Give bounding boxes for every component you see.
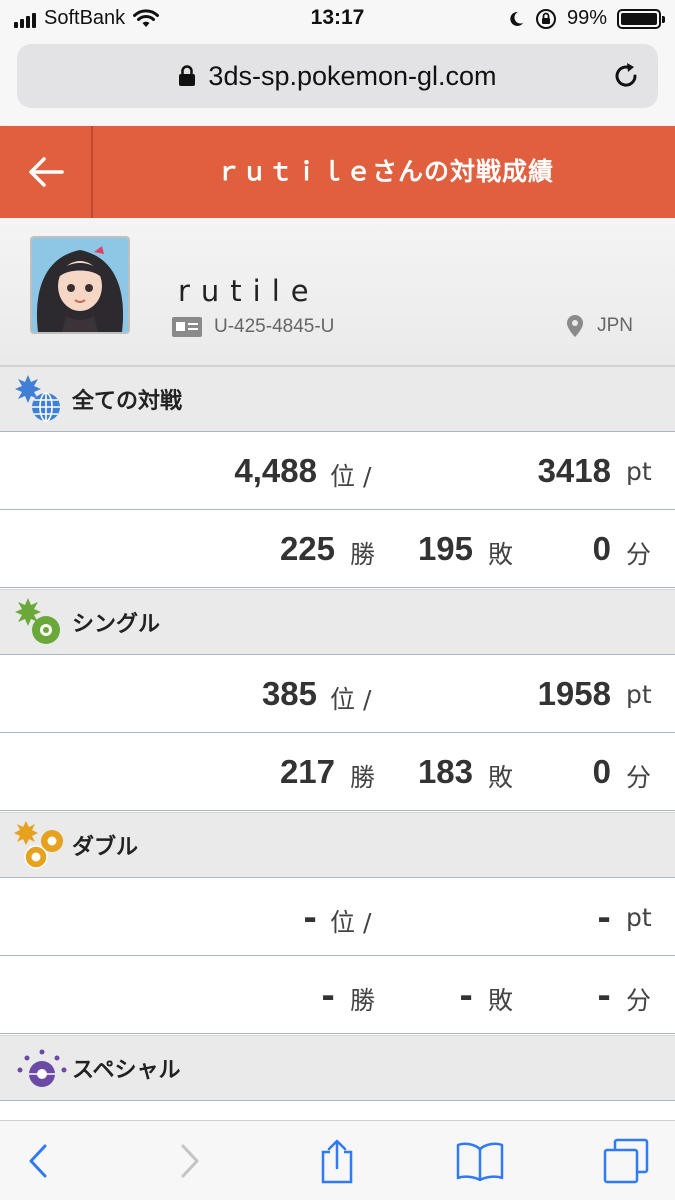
points-value: - <box>597 898 611 937</box>
draws-unit: 分 <box>626 763 652 792</box>
page-header: ｒｕｔｉｌｅさんの対戦成績 <box>0 126 675 218</box>
rank-unit: 位 / <box>330 908 372 937</box>
browser-back-button[interactable] <box>12 1135 64 1187</box>
player-name: rutile <box>178 274 320 308</box>
region-row: JPN <box>567 315 633 337</box>
wins-unit: 勝 <box>350 540 376 569</box>
draws-value: 0 <box>592 753 611 790</box>
losses-value: 195 <box>417 530 473 567</box>
id-card-icon <box>172 317 202 337</box>
section-special: スペシャル <box>0 1035 675 1101</box>
browser-bar: 3ds-sp.pokemon-gl.com <box>0 38 675 126</box>
section-all-battles: 全ての対戦 <box>0 366 675 432</box>
rank-row: 385 位 / 1958 pt <box>0 655 675 733</box>
battery-icon <box>617 8 665 29</box>
rank-unit: 位 / <box>330 685 372 714</box>
draws-unit: 分 <box>626 986 652 1015</box>
section-double: ダブル <box>0 812 675 878</box>
wins-value: 217 <box>279 753 335 790</box>
tabs-icon <box>603 1138 649 1184</box>
wins-value: 225 <box>279 530 335 567</box>
wins-value: - <box>321 976 335 1015</box>
chevron-right-icon <box>181 1144 199 1178</box>
double-ball-icon <box>14 821 63 869</box>
player-profile: rutile U-425-4845-U JPN <box>0 218 675 366</box>
book-icon <box>456 1142 504 1181</box>
player-id-row: U-425-4845-U <box>172 316 334 338</box>
browser-forward-button[interactable] <box>164 1135 216 1187</box>
points-value: 3418 <box>537 452 611 489</box>
section-title: スペシャル <box>72 1058 181 1083</box>
points-unit: pt <box>626 457 652 486</box>
section-title: 全ての対戦 <box>72 389 183 414</box>
points-unit: pt <box>626 680 652 709</box>
section-title: シングル <box>72 612 161 637</box>
globe-icon <box>15 375 60 422</box>
draws-value: - <box>597 976 611 1015</box>
status-bar: SoftBank 13:17 99% <box>0 0 675 38</box>
draws-unit: 分 <box>626 540 652 569</box>
draws-value: 0 <box>592 530 611 567</box>
wins-unit: 勝 <box>350 763 376 792</box>
special-ball-icon <box>17 1049 67 1087</box>
player-id: U-425-4845-U <box>214 316 335 337</box>
section-single: シングル <box>0 589 675 655</box>
status-right: 99% <box>507 7 665 30</box>
chevron-left-icon <box>29 1144 47 1178</box>
record-row: - 勝 - 敗 - 分 <box>0 956 675 1034</box>
losses-unit: 敗 <box>488 763 514 792</box>
address-bar[interactable]: 3ds-sp.pokemon-gl.com <box>17 44 658 108</box>
moon-icon <box>510 11 523 26</box>
rank-value: 4,488 <box>234 452 317 489</box>
rank-value: 385 <box>261 675 317 712</box>
bookmarks-button[interactable] <box>454 1135 506 1187</box>
arrow-left-icon <box>28 157 64 187</box>
share-icon <box>321 1139 353 1184</box>
rotation-lock-icon <box>535 8 556 29</box>
rank-row: 4,488 位 / 3418 pt <box>0 432 675 510</box>
rank-unit: 位 / <box>330 462 372 491</box>
tabs-button[interactable] <box>600 1135 652 1187</box>
points-value: 1958 <box>537 675 611 712</box>
location-pin-icon <box>567 315 584 337</box>
single-ball-icon <box>15 598 60 644</box>
record-row: 225 勝 195 敗 0 分 <box>0 510 675 588</box>
losses-value: 183 <box>417 753 473 790</box>
battery-percent: 99% <box>566 7 607 29</box>
losses-value: - <box>459 976 473 1015</box>
region-label: JPN <box>597 315 633 336</box>
losses-unit: 敗 <box>488 540 514 569</box>
share-button[interactable] <box>311 1135 363 1187</box>
url-text: 3ds-sp.pokemon-gl.com <box>208 60 497 91</box>
points-unit: pt <box>626 903 652 932</box>
rank-row: - 位 / - pt <box>0 878 675 956</box>
rank-value: - <box>303 898 317 937</box>
losses-unit: 敗 <box>488 986 514 1015</box>
section-title: ダブル <box>72 835 139 860</box>
record-row: 217 勝 183 敗 0 分 <box>0 733 675 811</box>
avatar <box>30 236 130 334</box>
back-button[interactable] <box>0 126 93 218</box>
wins-unit: 勝 <box>350 986 376 1015</box>
page-title: ｒｕｔｉｌｅさんの対戦成績 <box>215 157 554 186</box>
browser-toolbar <box>0 1120 675 1200</box>
reload-icon[interactable] <box>610 60 642 92</box>
lock-icon <box>179 65 196 86</box>
